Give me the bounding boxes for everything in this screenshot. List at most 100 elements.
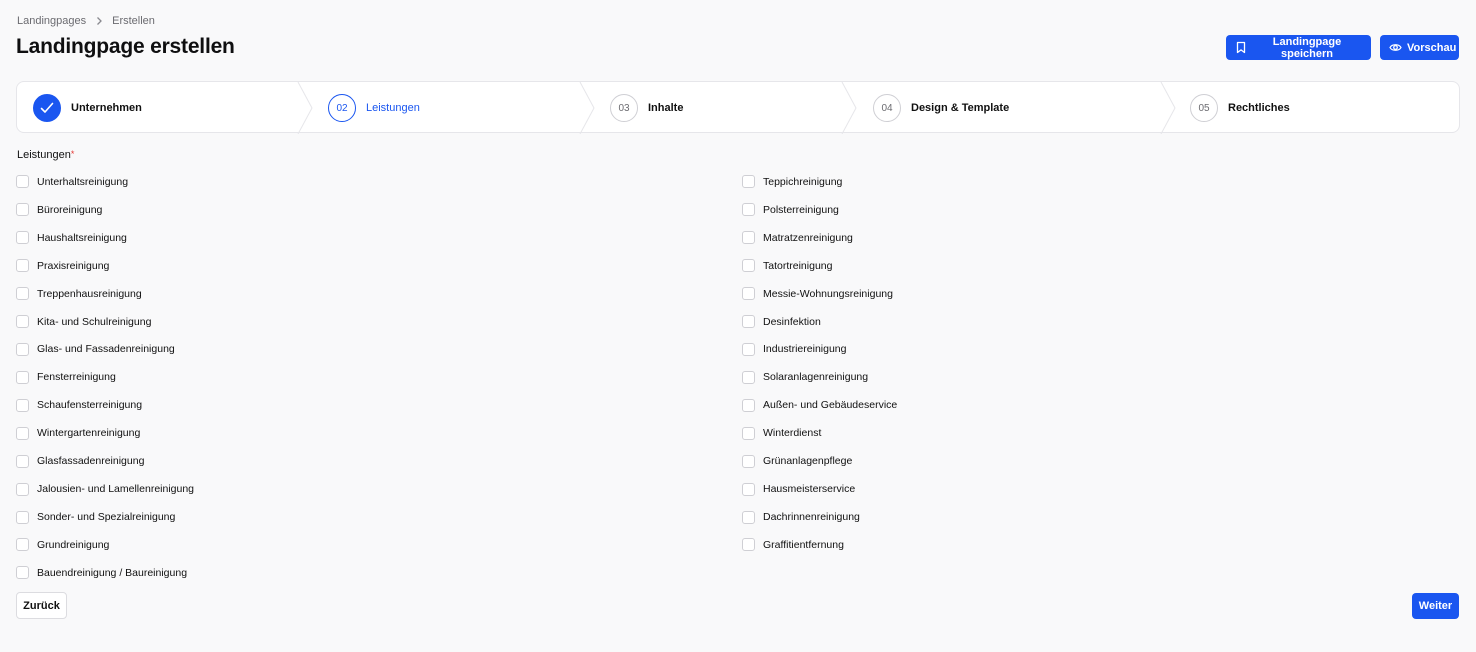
checkbox[interactable] (742, 287, 755, 301)
service-checkbox-row[interactable]: Tatortreinigung (742, 252, 897, 280)
service-checkbox-row[interactable]: Teppichreinigung (742, 168, 897, 196)
service-checkbox-row[interactable]: Schaufensterreinigung (16, 391, 194, 419)
breadcrumb-item-landingpages[interactable]: Landingpages (17, 15, 86, 27)
step-leistungen[interactable]: 02 Leistungen (328, 93, 420, 123)
checkbox-label: Dachrinnenreinigung (763, 511, 860, 524)
checkbox[interactable] (742, 203, 755, 217)
service-checkbox-row[interactable]: Hausmeisterservice (742, 475, 897, 503)
service-checkbox-row[interactable]: Glas- und Fassadenreinigung (16, 336, 194, 364)
checkbox-label: Tatortreinigung (763, 259, 833, 272)
checkbox[interactable] (742, 259, 755, 273)
service-checkbox-row[interactable]: Grundreinigung (16, 531, 194, 559)
checkbox-label: Sonder- und Spezialreinigung (37, 511, 176, 524)
checkbox[interactable] (16, 259, 29, 273)
checkbox[interactable] (16, 482, 29, 496)
services-column-left: Unterhaltsreinigung Büroreinigung Haushalt… (16, 168, 194, 587)
checkbox[interactable] (16, 454, 29, 468)
checkbox[interactable] (742, 370, 755, 384)
step-inhalte[interactable]: 03 Inhalte (610, 93, 683, 123)
checkbox-label: Fensterreinigung (37, 371, 116, 384)
service-checkbox-row[interactable]: Büroreinigung (16, 196, 194, 224)
service-checkbox-row[interactable]: Praxisreinigung (16, 252, 194, 280)
breadcrumb-item-erstellen: Erstellen (112, 15, 155, 27)
checkbox[interactable] (16, 231, 29, 245)
step-label-design-template: Design & Template (911, 102, 1010, 114)
service-checkbox-row[interactable]: Glasfassadenreinigung (16, 447, 194, 475)
service-checkbox-row[interactable]: Polsterreinigung (742, 196, 897, 224)
chevron-right-icon (94, 16, 104, 26)
service-checkbox-row[interactable]: Fensterreinigung (16, 363, 194, 391)
checkbox-label: Solaranlagenreinigung (763, 371, 869, 384)
checkbox[interactable] (742, 454, 755, 468)
checkbox[interactable] (742, 538, 755, 552)
preview-button-label: Vorschau (1407, 41, 1457, 54)
service-checkbox-row[interactable]: Matratzenreinigung (742, 224, 897, 252)
service-checkbox-row[interactable]: Winterdienst (742, 419, 897, 447)
checkbox[interactable] (16, 175, 29, 189)
checkbox-label: Schaufensterreinigung (37, 399, 143, 412)
checkbox-label: Außen- und Gebäudeservice (763, 399, 898, 412)
service-checkbox-row[interactable]: Unterhaltsreinigung (16, 168, 194, 196)
checkbox[interactable] (742, 175, 755, 189)
checkbox[interactable] (742, 510, 755, 524)
checkbox[interactable] (16, 315, 29, 329)
step-rechtliches[interactable]: 05 Rechtliches (1190, 93, 1290, 123)
checkbox-label: Glas- und Fassadenreinigung (37, 343, 175, 356)
step-label-inhalte: Inhalte (648, 102, 684, 114)
checkbox[interactable] (16, 342, 29, 356)
checkbox-label: Jalousien- und Lamellenreinigung (37, 483, 195, 496)
page-title: Landingpage erstellen (16, 35, 235, 58)
checkbox[interactable] (16, 398, 29, 412)
checkbox[interactable] (16, 370, 29, 384)
services-label-text: Leistungen (17, 149, 71, 161)
service-checkbox-row[interactable]: Industriereinigung (742, 336, 897, 364)
service-checkbox-row[interactable]: Grünanlagenpflege (742, 447, 897, 475)
step-number-05: 05 (1190, 94, 1218, 122)
checkbox-label: Teppichreinigung (763, 175, 843, 188)
checkbox[interactable] (742, 231, 755, 245)
checkbox[interactable] (742, 315, 755, 329)
checkbox-label: Graffitientfernung (763, 538, 844, 551)
checkbox[interactable] (16, 203, 29, 217)
step-design-template[interactable]: 04 Design & Template (873, 93, 1009, 123)
checkbox[interactable] (742, 342, 755, 356)
save-button-label: Landingpage speichern (1272, 35, 1342, 60)
step-label-unternehmen: Unternehmen (71, 102, 142, 114)
checkbox[interactable] (16, 510, 29, 524)
checkbox-label: Büroreinigung (37, 203, 103, 216)
service-checkbox-row[interactable]: Dachrinnenreinigung (742, 503, 897, 531)
checkbox-label: Grünanlagenpflege (763, 455, 853, 468)
step-number-03: 03 (610, 94, 638, 122)
checkbox-label: Messie-Wohnungsreinigung (763, 287, 893, 300)
back-button[interactable]: Zurück (16, 592, 67, 619)
service-checkbox-row[interactable]: Jalousien- und Lamellenreinigung (16, 475, 194, 503)
service-checkbox-row[interactable]: Messie-Wohnungsreinigung (742, 280, 897, 308)
checkbox[interactable] (16, 538, 29, 552)
checkbox-label: Polsterreinigung (763, 203, 839, 216)
step-unternehmen[interactable]: Unternehmen (33, 93, 142, 123)
step-label-leistungen: Leistungen (366, 102, 420, 114)
service-checkbox-row[interactable]: Wintergartenreinigung (16, 419, 194, 447)
service-checkbox-row[interactable]: Desinfektion (742, 308, 897, 336)
service-checkbox-row[interactable]: Graffitientfernung (742, 531, 897, 559)
service-checkbox-row[interactable]: Haushaltsreinigung (16, 224, 194, 252)
services-label: Leistungen* (17, 149, 74, 161)
checkbox[interactable] (742, 482, 755, 496)
checkbox[interactable] (16, 287, 29, 301)
save-landingpage-button[interactable]: Landingpage speichern (1226, 35, 1371, 60)
checkbox-label: Praxisreinigung (37, 259, 110, 272)
services-column-right: Teppichreinigung Polsterreinigung Matratze… (742, 168, 897, 559)
checkbox[interactable] (742, 426, 755, 440)
preview-button[interactable]: Vorschau (1380, 35, 1459, 60)
service-checkbox-row[interactable]: Kita- und Schulreinigung (16, 308, 194, 336)
checkbox[interactable] (742, 398, 755, 412)
service-checkbox-row[interactable]: Sonder- und Spezialreinigung (16, 503, 194, 531)
checkbox-label: Grundreinigung (37, 538, 110, 551)
checkbox[interactable] (16, 426, 29, 440)
service-checkbox-row[interactable]: Solaranlagenreinigung (742, 363, 897, 391)
service-checkbox-row[interactable]: Treppenhausreinigung (16, 280, 194, 308)
service-checkbox-row[interactable]: Bauendreinigung / Baureinigung (16, 559, 194, 587)
checkbox[interactable] (16, 566, 29, 580)
service-checkbox-row[interactable]: Außen- und Gebäudeservice (742, 391, 897, 419)
next-button[interactable]: Weiter (1412, 593, 1459, 619)
